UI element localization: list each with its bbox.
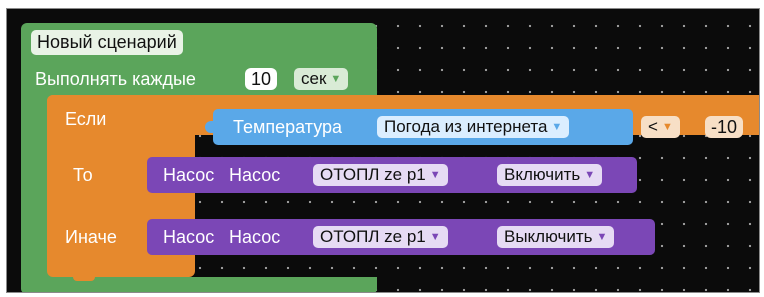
then-action-dropdown[interactable]: Включить ▼	[497, 164, 603, 186]
operator-label: <	[648, 117, 658, 136]
else-action-dropdown[interactable]: Выключить ▼	[497, 226, 615, 248]
blockly-workspace[interactable]: Новый сценарий Выполнять каждые 10 сек ▼ …	[6, 8, 760, 293]
then-action-value: Включить	[504, 165, 581, 184]
then-type-label: Насос	[163, 165, 215, 185]
if-block-connector	[73, 271, 95, 281]
chevron-down-icon: ▼	[330, 73, 342, 85]
else-label: Иначе	[65, 227, 117, 247]
then-device-dropdown[interactable]: ОТОПЛ ze p1 ▼	[313, 164, 448, 186]
then-label: То	[73, 165, 93, 185]
if-label: Если	[65, 109, 107, 129]
else-type-label: Насос	[163, 227, 215, 247]
interval-unit-label: сек	[301, 69, 327, 88]
sensor-source-dropdown[interactable]: Погода из интернета ▼	[377, 116, 570, 138]
chevron-down-icon: ▼	[661, 121, 673, 133]
chevron-down-icon: ▼	[584, 169, 596, 181]
else-device-label: Насос	[229, 227, 281, 247]
sensor-source-label: Погода из интернета	[384, 117, 548, 136]
interval-unit-dropdown[interactable]: сек ▼	[294, 68, 349, 90]
chevron-down-icon: ▼	[596, 231, 608, 243]
sensor-input-connector	[205, 121, 217, 133]
threshold-value-field[interactable]: -10	[705, 116, 744, 138]
else-device-value: ОТОПЛ ze p1	[320, 227, 426, 246]
repeat-label: Выполнять каждые	[35, 69, 196, 89]
else-action-value: Выключить	[504, 227, 593, 246]
sensor-label: Температура	[233, 117, 343, 137]
interval-value-field[interactable]: 10	[245, 68, 278, 90]
else-device-dropdown[interactable]: ОТОПЛ ze p1 ▼	[313, 226, 448, 248]
chevron-down-icon: ▼	[551, 121, 563, 133]
then-device-value: ОТОПЛ ze p1	[320, 165, 426, 184]
chevron-down-icon: ▼	[429, 231, 441, 243]
scenario-title[interactable]: Новый сценарий	[31, 30, 183, 55]
then-device-label: Насос	[229, 165, 281, 185]
operator-dropdown[interactable]: < ▼	[641, 116, 680, 138]
chevron-down-icon: ▼	[429, 169, 441, 181]
